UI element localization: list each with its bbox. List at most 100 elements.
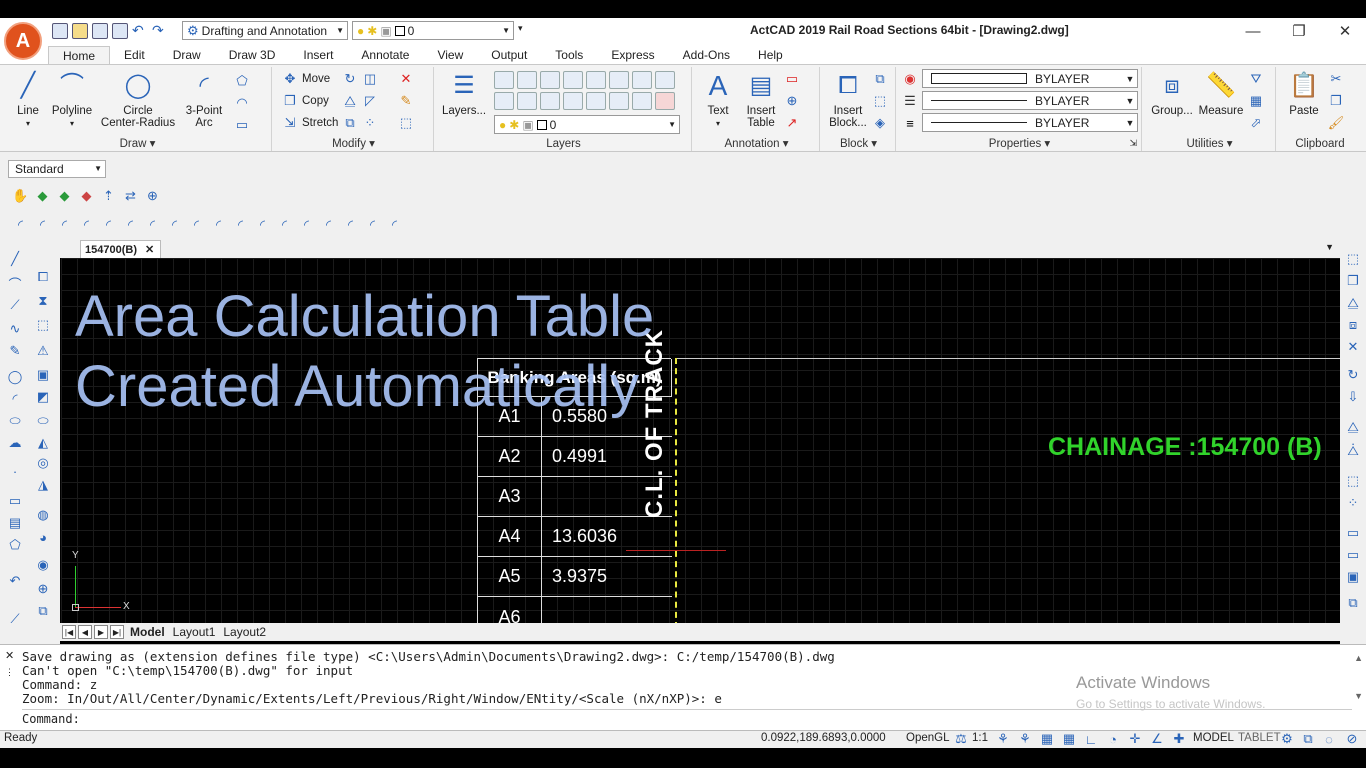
paper-icon[interactable]: ⬚ <box>1344 250 1362 268</box>
array-icon[interactable]: ⧊ <box>1344 442 1362 460</box>
copy-icon[interactable]: ❐ <box>1344 272 1362 290</box>
layer-tool-icon[interactable] <box>563 92 583 110</box>
app-logo[interactable]: A <box>4 22 42 60</box>
line-button[interactable]: ╱ Line ▾ <box>10 71 46 130</box>
save-icon[interactable] <box>92 23 108 39</box>
orbit-icon[interactable]: ◆ <box>34 188 51 205</box>
auto-scale-icon[interactable]: ⚘ <box>1017 731 1033 747</box>
close-button[interactable]: ✕ <box>1322 18 1366 44</box>
scroll-up-icon[interactable]: ▲ <box>1354 653 1363 663</box>
draw-panel-label[interactable]: Draw ▾ <box>4 136 271 150</box>
erase-icon[interactable]: ✕ <box>398 71 414 87</box>
layer-tool-icon[interactable] <box>609 71 629 89</box>
workspace-dropdown[interactable]: ⚙ Drafting and Annotation ▼ <box>182 21 348 40</box>
array-icon[interactable]: ⁘ <box>362 115 378 131</box>
document-tab[interactable]: 154700(B) ✕ <box>80 240 162 258</box>
color-wheel-icon[interactable]: ◉ <box>902 71 918 87</box>
redo-icon[interactable]: ↷ <box>152 23 168 39</box>
create-block-button[interactable]: ⧉ <box>872 71 888 87</box>
arc-tool-icon[interactable]: ◜ <box>342 217 359 234</box>
box-icon[interactable]: ▣ <box>34 366 52 384</box>
lweight-icon[interactable]: ✚ <box>1171 731 1187 747</box>
renderer-label[interactable]: OpenGL <box>906 732 949 744</box>
tab-draw-3d[interactable]: Draw 3D <box>215 46 290 64</box>
arc-tool-icon[interactable]: ◜ <box>188 217 205 234</box>
rectangle-button[interactable]: ▭ <box>234 117 250 133</box>
arc-tool-icon[interactable]: ◜ <box>320 217 337 234</box>
layer-tool-icon[interactable] <box>609 92 629 110</box>
measure-button[interactable]: 📏 Measure <box>1196 71 1246 118</box>
tab-annotate[interactable]: Annotate <box>347 46 423 64</box>
eraser-icon[interactable]: ✎ <box>398 93 414 109</box>
globe-icon[interactable]: ⊕ <box>34 580 52 598</box>
camera-up-icon[interactable]: ⇡ <box>100 188 117 205</box>
tab-home[interactable]: Home <box>48 46 111 64</box>
layers-button[interactable]: ☰ Layers... <box>440 71 488 118</box>
cube-icon[interactable]: ⬚ <box>34 316 52 334</box>
coordinate-readout[interactable]: 0.0922,189.6893,0.0000 <box>761 732 886 744</box>
annotation-visibility-icon[interactable]: ⚘ <box>995 731 1011 747</box>
block-cursor-icon[interactable]: ⊘ <box>1344 731 1360 747</box>
drawing-canvas[interactable]: Banking Areas (sq.m) A1 0.5580 A2 0.4991… <box>61 258 1340 623</box>
next-tab-icon[interactable]: ▶ <box>94 625 108 639</box>
layer-dropdown[interactable]: ● ✱ ▣ 0 ▼ <box>494 115 680 134</box>
polyline-icon[interactable]: ⌒ <box>6 274 24 292</box>
insert-table-button[interactable]: ▤ Insert Table <box>740 71 782 130</box>
layer-tool-icon[interactable] <box>655 71 675 89</box>
arc-tool-icon[interactable]: ◜ <box>56 217 73 234</box>
layer-tool-icon[interactable] <box>540 92 560 110</box>
arc-button[interactable]: ◜ 3-Point Arc <box>182 71 226 130</box>
quick-select-button[interactable]: ⛛ <box>1248 71 1264 87</box>
layer-tool-icon[interactable] <box>586 71 606 89</box>
tab-tools[interactable]: Tools <box>541 46 597 64</box>
match-properties-button[interactable]: 🖌 <box>1328 115 1345 131</box>
customize-qat-icon[interactable]: ▾ <box>518 23 523 34</box>
workspace-icon[interactable]: ⧉ <box>1300 731 1316 747</box>
tab-express[interactable]: Express <box>597 46 668 64</box>
mesh-icon[interactable]: ⧉ <box>34 602 52 620</box>
spline-icon[interactable]: ∿ <box>6 320 24 338</box>
erase-icon[interactable]: ✕ <box>1344 338 1362 356</box>
polyline-button[interactable]: ⌒ Polyline ▾ <box>50 71 94 130</box>
annotation-panel-label[interactable]: Annotation ▾ <box>694 136 819 150</box>
orbit-continuous-icon[interactable]: ◆ <box>78 188 95 205</box>
minimize-button[interactable]: — <box>1230 18 1276 44</box>
prev-tab-icon[interactable]: ◀ <box>78 625 92 639</box>
rotate-icon[interactable]: ↻ <box>1344 366 1362 384</box>
color-dropdown[interactable]: BYLAYER ▼ <box>922 69 1138 88</box>
rectangle-icon[interactable]: ▭ <box>6 492 24 510</box>
insert-block-button[interactable]: ⧠ Insert Block... <box>824 71 872 130</box>
save-as-icon[interactable] <box>112 23 128 39</box>
tablet-toggle[interactable]: TABLET <box>1238 732 1281 744</box>
copy-button[interactable]: ❐ Copy <box>282 93 329 109</box>
pan-icon[interactable]: ✋ <box>12 188 29 205</box>
tab-list-chevron-icon[interactable]: ▼ <box>1325 242 1334 252</box>
dome-icon[interactable]: ◉ <box>34 556 52 574</box>
explode-icon[interactable]: ⬚ <box>398 115 414 131</box>
select-grid-button[interactable]: ▦ <box>1248 93 1264 109</box>
center-mark-button[interactable]: ⊕ <box>784 93 800 109</box>
mirror-tri-icon[interactable]: ⧋ <box>1344 418 1362 436</box>
block-attribute-button[interactable]: ◈ <box>872 115 888 131</box>
rotate-icon[interactable]: ↻ <box>342 71 358 87</box>
group-button[interactable]: ⧈ Group... <box>1148 71 1196 118</box>
annotation-scale-icon[interactable]: ⚖ <box>953 731 969 747</box>
ortho-icon[interactable]: ∟ <box>1083 731 1099 747</box>
layer-quick-dropdown[interactable]: ● ✱ ▣ 0 ▼ <box>352 21 514 40</box>
break-icon[interactable]: ▣ <box>1344 568 1362 586</box>
join-icon[interactable]: ⧉ <box>1344 594 1362 612</box>
close-icon[interactable]: ✕ <box>145 243 154 256</box>
revcloud-icon[interactable]: ☁ <box>6 434 24 452</box>
open-file-icon[interactable] <box>72 23 88 39</box>
snap-icon[interactable]: ▦ <box>1039 731 1055 747</box>
arc-tool-icon[interactable]: ◜ <box>122 217 139 234</box>
dialog-launcher-icon[interactable]: ⇲ <box>1129 138 1137 149</box>
pencil-icon[interactable]: ✎ <box>6 342 24 360</box>
layout-tab-layout2[interactable]: Layout2 <box>219 625 270 639</box>
trim-icon[interactable]: ◫ <box>362 71 378 87</box>
layer-delete-icon[interactable] <box>655 92 675 110</box>
undo-icon[interactable]: ↶ <box>6 572 24 590</box>
utilities-panel-label[interactable]: Utilities ▾ <box>1144 136 1275 150</box>
lineweight-icon[interactable]: ≡ <box>902 115 918 131</box>
select-all-button[interactable]: ⬀ <box>1248 115 1264 131</box>
